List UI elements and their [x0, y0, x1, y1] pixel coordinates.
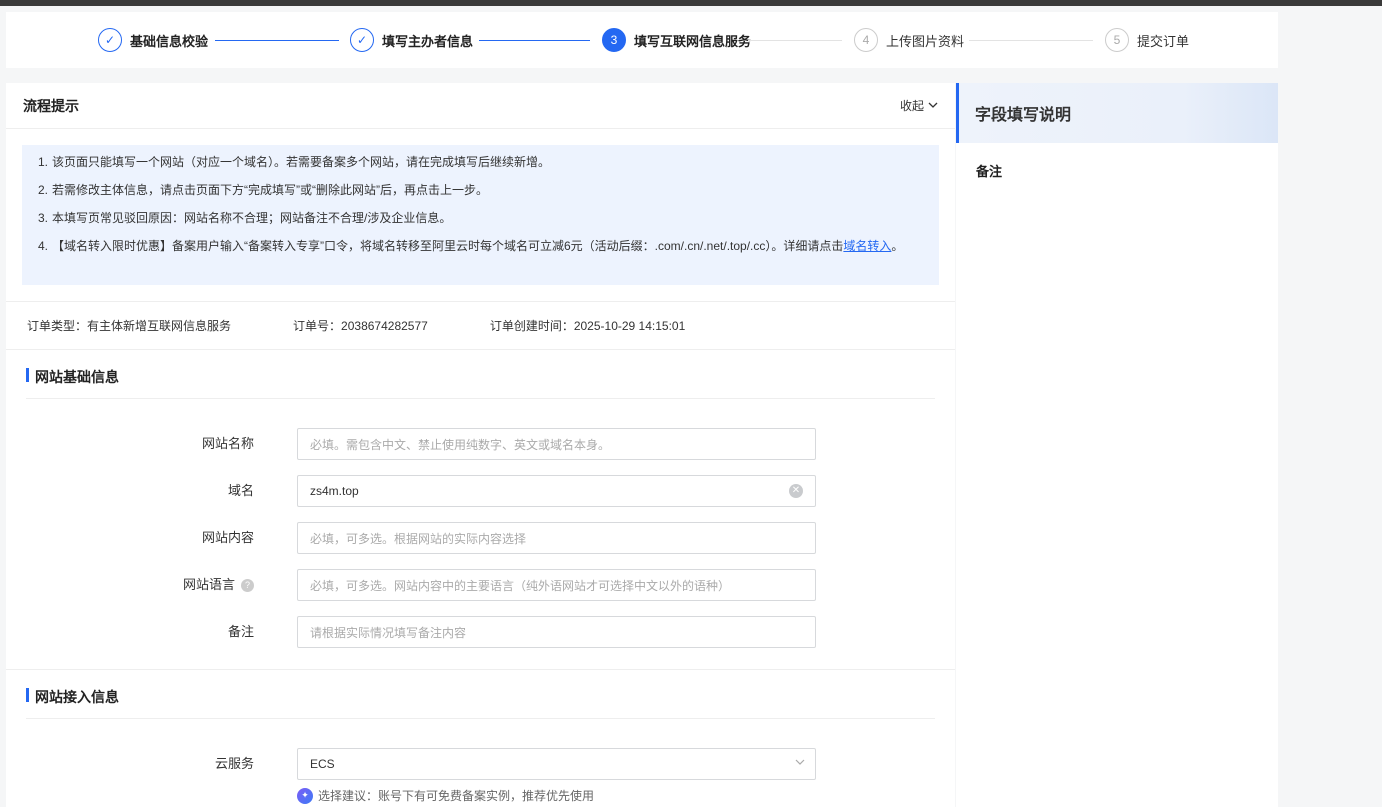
- site-content-select[interactable]: 必填，可多选。根据网站的实际内容选择: [297, 522, 816, 554]
- order-info: 订单类型：有主体新增互联网信息服务 订单号：2038674282577 订单创建…: [6, 302, 955, 350]
- tip-item: 2. 若需修改主体信息，请点击页面下方“完成填写”或“删除此网站”后，再点击上一步…: [38, 183, 488, 197]
- step-connector: [748, 40, 842, 41]
- step-label: 基础信息校验: [130, 33, 209, 49]
- order-number: 订单号：2038674282577: [293, 319, 428, 333]
- order-created-time: 订单创建时间：2025-10-29 14:15:01: [489, 319, 686, 333]
- step-label: 填写主办者信息: [382, 33, 474, 49]
- step-2[interactable]: ✓ 填写主办者信息: [350, 28, 473, 52]
- top-bar: [0, 0, 1382, 6]
- step-progress: ✓ 基础信息校验 ✓ 填写主办者信息 3 填写互联网信息服务 4 上传图片资料 …: [6, 12, 1278, 68]
- cloud-service-select[interactable]: ECS: [297, 748, 816, 780]
- site-language-label: 网站语言?: [6, 569, 254, 601]
- tip-item: 3. 本填写页常见驳回原因：网站名称不合理；网站备注不合理/涉及企业信息。: [38, 211, 452, 225]
- sparkle-icon: ✦: [297, 787, 313, 804]
- step-number: 5: [1105, 28, 1129, 52]
- row-site-language: 网站语言? 必填，可多选。网站内容中的主要语言（纯外语网站才可选择中文以外的语种…: [6, 569, 955, 616]
- step-4[interactable]: 4 上传图片资料: [854, 28, 964, 52]
- cloud-service-label: 云服务: [214, 756, 254, 771]
- remark-label: 备注: [227, 624, 254, 639]
- basic-form: 网站名称 必填。需包含中文、禁止使用纯数字、英文或域名本身。 域名 zs4m.t…: [6, 399, 955, 663]
- section-title-basic: 网站基础信息: [26, 366, 935, 399]
- step-label: 提交订单: [1137, 33, 1190, 49]
- collapse-button[interactable]: 收起: [900, 97, 938, 114]
- site-name-input[interactable]: 必填。需包含中文、禁止使用纯数字、英文或域名本身。: [297, 428, 816, 460]
- main-panel: 流程提示 收起 1. 该页面只能填写一个网站（对应一个域名）。若需要备案多个网站，…: [6, 83, 955, 807]
- step-number: 3: [602, 28, 626, 52]
- step-connector: [479, 40, 590, 41]
- access-section: 网站接入信息 云服务 ECS ✦ 选择建议：账号下有可免费备案实例，推荐优先使用: [6, 669, 955, 804]
- collapse-label: 收起: [899, 99, 924, 113]
- remark-input[interactable]: 请根据实际情况填写备注内容: [297, 616, 816, 648]
- tip-item: 4. 【域名转入限时优惠】备案用户输入“备案转入专享”口令，将域名转移至阿里云时每…: [38, 239, 904, 253]
- step-connector: [969, 40, 1093, 41]
- step-connector: [215, 40, 339, 41]
- row-remark: 备注 请根据实际情况填写备注内容: [6, 616, 955, 663]
- chevron-down-icon: [795, 759, 805, 765]
- step-number: 4: [854, 28, 878, 52]
- order-type: 订单类型：有主体新增互联网信息服务: [27, 319, 232, 333]
- row-site-name: 网站名称 必填。需包含中文、禁止使用纯数字、英文或域名本身。: [6, 428, 955, 475]
- check-icon: ✓: [98, 28, 122, 52]
- site-name-label: 网站名称: [201, 436, 254, 451]
- help-panel-title: 字段填写说明: [956, 83, 1278, 143]
- domain-transfer-link[interactable]: 域名转入: [843, 239, 891, 253]
- process-tips: 1. 该页面只能填写一个网站（对应一个域名）。若需要备案多个网站，请在完成填写后继…: [22, 145, 939, 285]
- access-form: 云服务 ECS ✦ 选择建议：账号下有可免费备案实例，推荐优先使用: [6, 719, 955, 804]
- process-header: 流程提示 收起: [6, 83, 955, 129]
- site-language-select[interactable]: 必填，可多选。网站内容中的主要语言（纯外语网站才可选择中文以外的语种）: [297, 569, 816, 601]
- step-label: 填写互联网信息服务: [634, 33, 752, 49]
- chevron-down-icon: [928, 102, 938, 108]
- step-label: 上传图片资料: [886, 33, 965, 49]
- row-domain: 域名 zs4m.top ✕: [6, 475, 955, 522]
- domain-input[interactable]: zs4m.top ✕: [297, 475, 816, 507]
- step-3[interactable]: 3 填写互联网信息服务: [602, 28, 751, 52]
- selection-suggestion: ✦ 选择建议：账号下有可免费备案实例，推荐优先使用: [297, 787, 955, 804]
- site-content-label: 网站内容: [201, 530, 254, 545]
- step-1[interactable]: ✓ 基础信息校验: [98, 28, 208, 52]
- process-title: 流程提示: [23, 97, 79, 114]
- help-panel-item: 备注: [976, 164, 1003, 179]
- row-site-content: 网站内容 必填，可多选。根据网站的实际内容选择: [6, 522, 955, 569]
- section-title-access: 网站接入信息: [26, 686, 935, 719]
- tip-item: 1. 该页面只能填写一个网站（对应一个域名）。若需要备案多个网站，请在完成填写后继…: [38, 155, 551, 169]
- check-icon: ✓: [350, 28, 374, 52]
- field-help-panel: 字段填写说明 备注: [956, 83, 1278, 807]
- domain-label: 域名: [227, 483, 254, 498]
- step-5[interactable]: 5 提交订单: [1105, 28, 1189, 52]
- clear-icon[interactable]: ✕: [789, 484, 803, 498]
- help-icon[interactable]: ?: [241, 578, 254, 592]
